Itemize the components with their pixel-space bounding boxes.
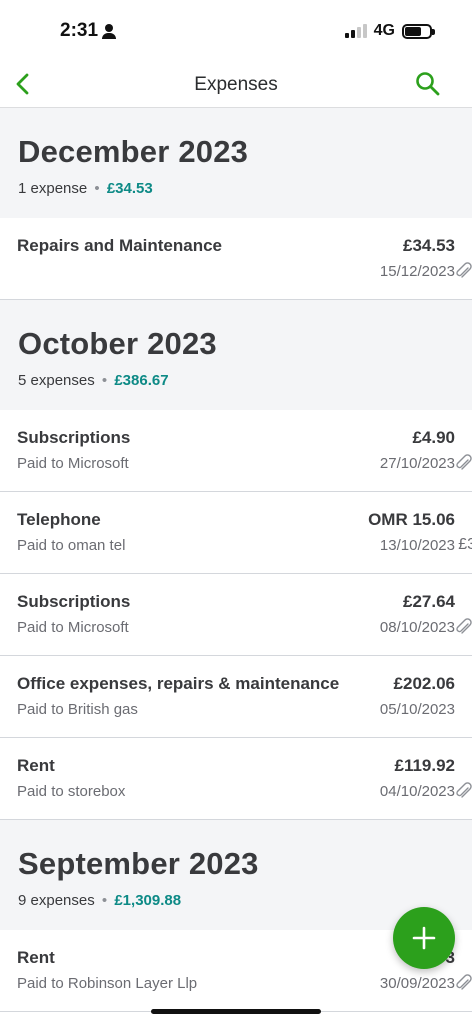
- month-total: £386.67: [114, 372, 169, 389]
- paperclip-icon: [456, 262, 472, 278]
- expense-count: 9 expenses: [18, 892, 95, 909]
- month-title: December 2023: [18, 134, 249, 169]
- expense-payee: Paid to storebox: [17, 783, 126, 800]
- month-title: September 2023: [18, 846, 259, 881]
- search-icon: [416, 72, 440, 96]
- expense-amount: £27.64: [403, 592, 455, 611]
- month-summary: 9 expenses • £1,309.88: [18, 892, 454, 909]
- month-header: October 2023 5 expenses • £386.67: [0, 300, 472, 410]
- clock-text: 2:31: [60, 20, 99, 41]
- month-total: £34.53: [106, 180, 153, 197]
- expense-amount: £202.06: [393, 674, 455, 693]
- paperclip-icon: [456, 618, 472, 634]
- expense-row[interactable]: Subscriptions Paid to Microsoft £27.64 0…: [0, 574, 472, 656]
- expense-date: 05/10/2023: [379, 701, 455, 718]
- add-expense-button[interactable]: [393, 907, 455, 969]
- month-header: September 2023 9 expenses • £1,309.88: [0, 820, 472, 930]
- paperclip-icon: [456, 974, 472, 990]
- expense-amount: OMR 15.06: [368, 510, 455, 529]
- page-title: Expenses: [194, 74, 278, 95]
- status-time: 2:31: [60, 20, 117, 42]
- expense-payee: Paid to Microsoft: [17, 455, 129, 472]
- person-icon: [102, 24, 117, 39]
- network-type: 4G: [373, 22, 395, 39]
- expense-amount: £119.92: [394, 756, 455, 775]
- status-bar: 2:31 4G: [0, 0, 472, 60]
- expense-count: 1 expense: [18, 180, 88, 197]
- expense-date: 13/10/2023: [379, 537, 455, 554]
- expense-date: 15/12/2023: [379, 263, 455, 280]
- expense-category: Telephone: [17, 510, 101, 529]
- paperclip-icon: [456, 782, 472, 798]
- expense-category: Rent: [17, 756, 55, 775]
- expense-row[interactable]: Subscriptions Paid to Microsoft £4.90 27…: [0, 410, 472, 492]
- expense-count: 5 expenses: [18, 372, 95, 389]
- expense-amount: £4.90: [412, 428, 455, 447]
- truncated-amount: £3: [458, 536, 472, 553]
- signal-icon: [344, 24, 367, 38]
- expense-payee: Paid to Robinson Layer Llp: [17, 975, 198, 992]
- expense-category: Subscriptions: [17, 592, 131, 611]
- expense-category: Repairs and Maintenance: [17, 236, 223, 255]
- expense-row[interactable]: Office expenses, repairs & maintenance P…: [0, 656, 472, 738]
- expense-category: Subscriptions: [17, 428, 131, 447]
- separator-dot: •: [101, 372, 108, 389]
- expense-payee: Paid to oman tel: [17, 537, 126, 554]
- expense-date: 27/10/2023: [379, 455, 455, 472]
- expense-payee: Paid to British gas: [17, 701, 138, 718]
- month-summary: 1 expense • £34.53: [18, 180, 454, 197]
- home-indicator[interactable]: [151, 1009, 321, 1014]
- month-summary: 5 expenses • £386.67: [18, 372, 454, 389]
- expense-payee: Paid to Microsoft: [17, 619, 129, 636]
- nav-bar: Expenses: [0, 60, 472, 108]
- expense-date: 30/09/2023: [379, 975, 455, 992]
- expense-date: 04/10/2023: [379, 783, 455, 800]
- expense-category: Office expenses, repairs & maintenance: [17, 674, 340, 693]
- expense-category: Rent: [17, 948, 55, 967]
- plus-icon: [412, 926, 436, 950]
- search-button[interactable]: [414, 70, 442, 98]
- month-header: December 2023 1 expense • £34.53: [0, 108, 472, 218]
- separator-dot: •: [101, 892, 108, 909]
- expense-row[interactable]: Telephone Paid to oman tel OMR 15.06 13/…: [0, 492, 472, 574]
- expense-row[interactable]: Repairs and Maintenance £34.53 15/12/202…: [0, 218, 472, 300]
- separator-dot: •: [94, 180, 100, 197]
- paperclip-icon: [456, 454, 472, 470]
- expense-row[interactable]: Rent Paid to storebox £119.92 04/10/2023: [0, 738, 472, 820]
- expenses-list: December 2023 1 expense • £34.53 Repairs…: [0, 108, 472, 1012]
- expense-date: 08/10/2023: [379, 619, 455, 636]
- battery-icon: [402, 23, 435, 39]
- month-title: October 2023: [18, 326, 217, 361]
- expense-amount: £34.53: [403, 236, 455, 255]
- month-total: £1,309.88: [114, 892, 182, 909]
